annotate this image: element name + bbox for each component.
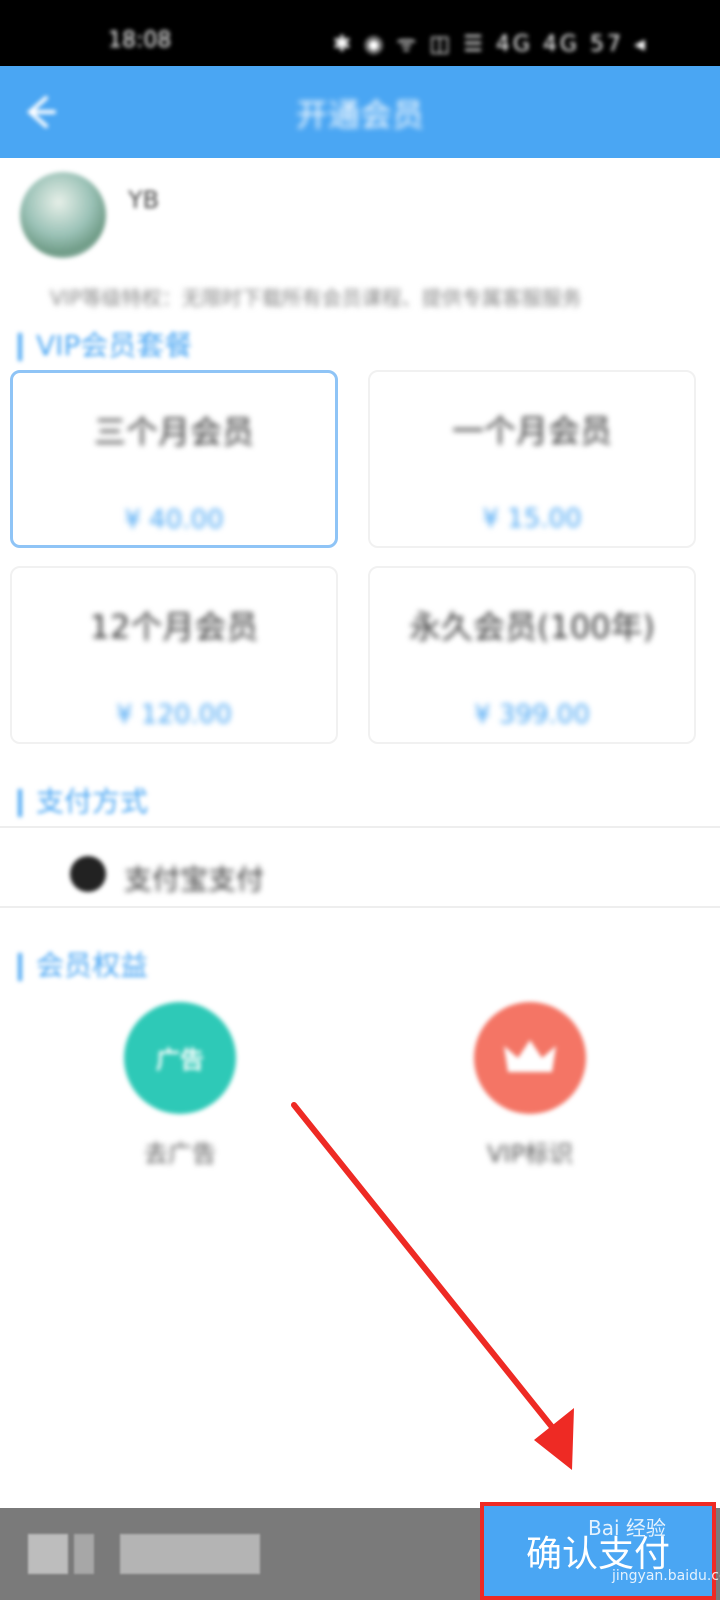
- crown-icon: [474, 1002, 586, 1114]
- plan-name: 三个月会员: [93, 413, 254, 451]
- ad-free-icon: 广告: [124, 1002, 236, 1114]
- payment-radio[interactable]: [70, 856, 106, 892]
- plan-price: ¥ 15.00: [482, 504, 582, 534]
- page-title: 开通会员: [295, 96, 424, 134]
- section-marker: [18, 953, 22, 981]
- ad-free-badge: 广告: [156, 1046, 204, 1074]
- benefits-title-text: 会员权益: [36, 949, 149, 982]
- plan-name: 12个月会员: [89, 608, 259, 646]
- benefit-vip-badge: VIP标识: [455, 1002, 605, 1169]
- watermark-sub: jingyan.baidu.com: [612, 1568, 720, 1584]
- title-bar: 开通会员: [0, 66, 720, 158]
- plan-price: ¥ 399.00: [474, 700, 590, 730]
- divider: [0, 826, 720, 828]
- price-summary-blur: [28, 1534, 68, 1574]
- avatar: [20, 172, 106, 258]
- plan-card-1-month[interactable]: 一个月会员 ¥ 15.00: [368, 370, 696, 548]
- payment-title-text: 支付方式: [36, 785, 149, 818]
- watermark: Bai 经验: [588, 1516, 666, 1540]
- plan-name: 一个月会员: [451, 412, 612, 450]
- section-title-payment: 支付方式: [18, 780, 148, 820]
- plan-price: ¥ 40.00: [124, 505, 224, 535]
- plan-card-3-months[interactable]: 三个月会员 ¥ 40.00: [10, 370, 338, 548]
- vip-description: VIP等级特权：无限时下载所有会员课程、提供专属客服服务: [50, 286, 582, 310]
- payment-option-alipay[interactable]: 支付宝支付: [0, 832, 720, 904]
- section-title-plans: VIP会员套餐: [18, 324, 192, 364]
- divider: [0, 906, 720, 908]
- benefit-label: 去广告: [144, 1140, 216, 1168]
- price-summary-blur: [120, 1534, 260, 1574]
- section-marker: [18, 333, 22, 361]
- benefit-ad-free: 广告 去广告: [105, 1002, 255, 1169]
- status-icons: ✱ ◉ ᯤ ◫ ☰ 4G 4G 57 ◂: [332, 32, 648, 57]
- section-title-benefits: 会员权益: [18, 944, 148, 984]
- status-bar: 18:08 ✱ ◉ ᯤ ◫ ☰ 4G 4G 57 ◂: [0, 0, 720, 66]
- plan-card-lifetime[interactable]: 永久会员(100年) ¥ 399.00: [368, 566, 696, 744]
- plan-name: 永久会员(100年): [408, 608, 656, 646]
- crown-shape: [504, 1040, 556, 1072]
- status-time: 18:08: [108, 28, 172, 53]
- username: YB: [128, 186, 160, 214]
- plan-price: ¥ 120.00: [116, 700, 232, 730]
- price-summary-blur: [74, 1534, 94, 1574]
- benefit-label: VIP标识: [487, 1140, 573, 1168]
- section-marker: [18, 789, 22, 817]
- payment-label: 支付宝支付: [124, 863, 265, 896]
- plans-title-text: VIP会员套餐: [36, 329, 193, 362]
- plan-card-12-months[interactable]: 12个月会员 ¥ 120.00: [10, 566, 338, 744]
